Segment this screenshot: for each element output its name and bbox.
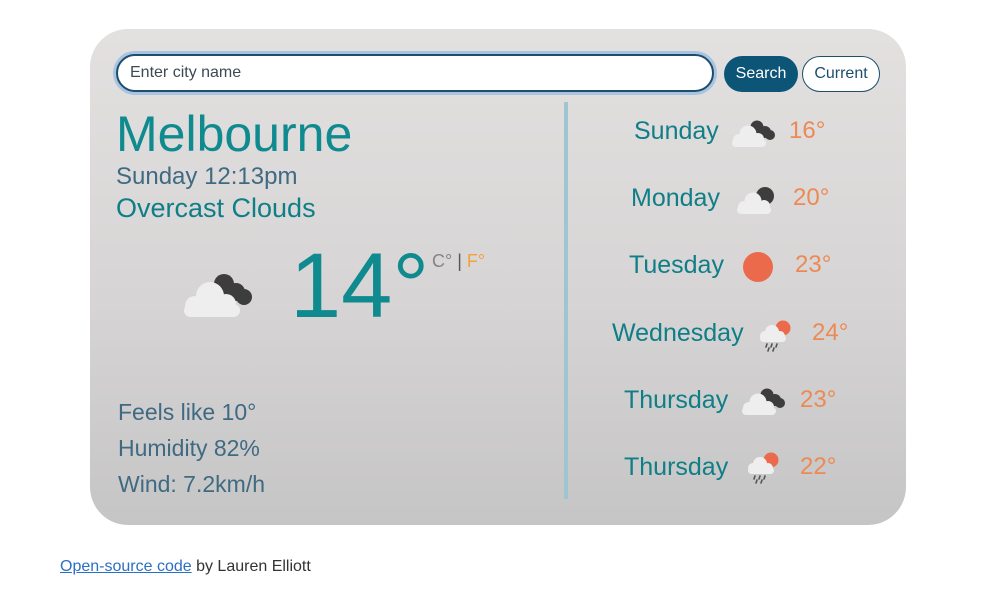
forecast-temp: 23° [795, 251, 832, 278]
forecast-day: Tuesday [629, 251, 724, 279]
column-divider [564, 102, 568, 499]
search-button[interactable]: Search [724, 56, 798, 92]
unit-toggle: C° | F° [432, 250, 485, 272]
forecast-temp: 23° [800, 386, 837, 413]
current-location-button[interactable]: Current [802, 56, 880, 92]
humidity: Humidity 82% [118, 435, 260, 461]
scattered-clouds-icon [737, 187, 774, 214]
broken-clouds-icon [184, 274, 252, 317]
current-datetime: Sunday 12:13pm [116, 163, 298, 190]
source-code-link[interactable]: Open-source code [60, 558, 192, 575]
forecast-temp: 20° [793, 184, 830, 211]
forecast-temp: 22° [800, 453, 837, 480]
forecast-temp: 16° [789, 117, 826, 144]
sun-rain-icon [748, 452, 779, 484]
sun-rain-icon [760, 320, 791, 352]
forecast-day: Thursday [624, 453, 729, 481]
sun-icon [743, 252, 773, 282]
fahrenheit-link[interactable]: F° [467, 251, 485, 271]
forecast-day: Sunday [634, 117, 719, 145]
weather-description: Overcast Clouds [116, 193, 316, 223]
footer: Open-source code by Lauren Elliott [60, 557, 311, 577]
broken-clouds-icon [732, 120, 775, 147]
forecast-day: Wednesday [612, 319, 744, 347]
forecast-temp: 24° [812, 319, 849, 346]
city-search-input[interactable] [116, 54, 714, 92]
feels-like: Feels like 10° [118, 399, 257, 425]
city-name: Melbourne [116, 106, 353, 162]
author-credit: by Lauren Elliott [191, 558, 311, 575]
wind-speed: Wind: 7.2km/h [118, 471, 265, 497]
current-temperature: 14° [290, 235, 430, 337]
forecast-day: Monday [631, 184, 720, 212]
broken-clouds-icon [742, 388, 785, 415]
celsius-link[interactable]: C° [432, 251, 452, 271]
unit-separator: | [457, 251, 462, 271]
forecast-day: Thursday [624, 386, 729, 414]
